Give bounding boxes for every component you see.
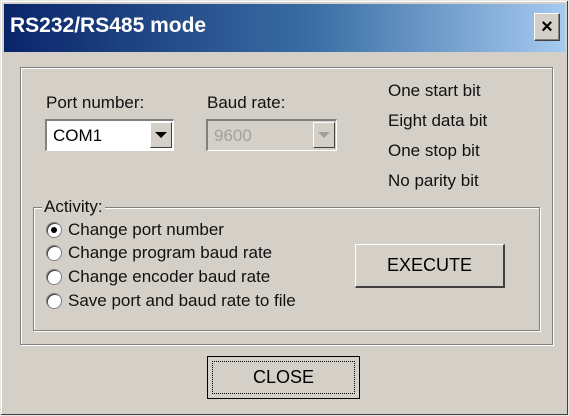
chevron-down-icon (318, 132, 330, 138)
radio-button[interactable] (46, 222, 62, 238)
baud-rate-select[interactable]: 9600 (206, 119, 337, 151)
baud-dropdown-button[interactable] (313, 122, 335, 148)
chevron-down-icon (155, 132, 167, 138)
window-title: RS232/RS485 mode (10, 14, 207, 37)
port-number-value: COM1 (53, 126, 103, 145)
activity-group: Activity: Change port number Change prog… (33, 197, 540, 331)
port-dropdown-button[interactable] (150, 122, 172, 148)
radio-button[interactable] (46, 293, 62, 309)
radio-label: Change port number (68, 220, 224, 239)
radio-button[interactable] (46, 269, 62, 285)
port-number-label: Port number: (46, 93, 145, 112)
baud-rate-label: Baud rate: (207, 93, 286, 112)
close-button-label: CLOSE (212, 361, 355, 394)
stop-bit-info: One stop bit (388, 141, 480, 160)
data-bit-info: Eight data bit (388, 111, 488, 130)
execute-button[interactable]: EXECUTE (355, 244, 505, 288)
start-bit-info: One start bit (388, 81, 481, 100)
radio-label: Change encoder baud rate (68, 267, 271, 286)
parity-bit-info: No parity bit (388, 171, 479, 190)
port-number-select[interactable]: COM1 (45, 119, 174, 151)
radio-label: Save port and baud rate to file (68, 291, 296, 310)
radio-change-port-number[interactable]: Change port number (46, 219, 224, 241)
radio-change-encoder-baud-rate[interactable]: Change encoder baud rate (46, 266, 270, 288)
radio-change-program-baud-rate[interactable]: Change program baud rate (46, 242, 272, 264)
title-bar[interactable]: RS232/RS485 mode × (4, 4, 565, 52)
baud-rate-value: 9600 (214, 126, 252, 145)
close-icon[interactable]: × (534, 13, 560, 41)
radio-label: Change program baud rate (68, 243, 273, 262)
dialog-window: RS232/RS485 mode × Port number: COM1 Bau… (0, 0, 569, 416)
radio-button[interactable] (46, 245, 62, 261)
activity-legend: Activity: (42, 197, 105, 217)
close-button[interactable]: CLOSE (207, 356, 360, 399)
radio-save-port-and-baud-rate[interactable]: Save port and baud rate to file (46, 290, 296, 312)
